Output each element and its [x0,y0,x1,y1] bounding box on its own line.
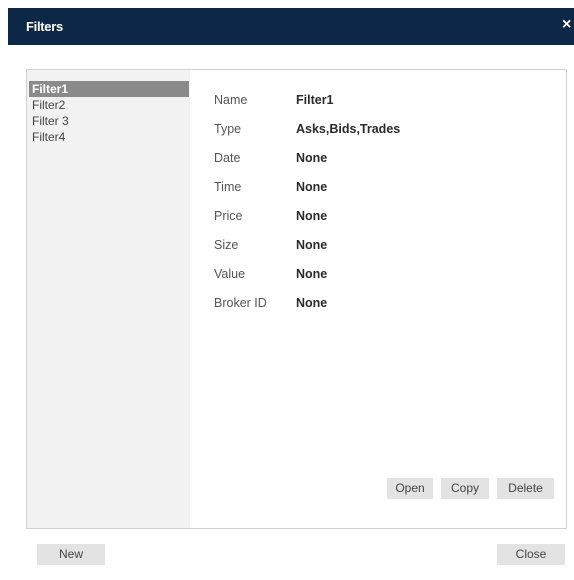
top-strip [0,0,574,8]
detail-label: Broker ID [214,296,267,310]
filter-details: Name Filter1 Type Asks,Bids,Trades Date … [190,70,566,528]
detail-label: Time [214,180,242,194]
close-button[interactable]: Close [497,544,565,565]
filter-list-item-filter2[interactable]: Filter2 [29,97,189,113]
detail-value: None [296,151,328,165]
detail-value: None [296,180,328,194]
detail-label: Size [214,238,239,252]
filters-dialog: Filters × Filter1 Filter2 Filter 3 Filte… [8,8,574,580]
filter-list-item-filter3[interactable]: Filter 3 [29,113,189,129]
new-button[interactable]: New [37,544,105,565]
detail-value: Asks,Bids,Trades [296,122,401,136]
detail-label: Price [214,209,243,223]
detail-label: Name [214,93,248,107]
detail-value: None [296,209,328,223]
dialog-title: Filters [26,19,63,34]
detail-value: None [296,296,328,310]
filter-list: Filter1 Filter2 Filter 3 Filter4 [27,70,190,528]
close-icon[interactable]: × [562,16,574,34]
detail-value: None [296,238,328,252]
detail-label: Type [214,122,242,136]
copy-button[interactable]: Copy [441,478,489,499]
detail-label: Value [214,267,246,281]
detail-label: Date [214,151,241,165]
detail-value: Filter1 [296,93,334,107]
title-bar: Filters × [8,8,574,45]
filter-list-item-filter4[interactable]: Filter4 [29,129,189,145]
filter-list-item-filter1[interactable]: Filter1 [29,81,189,97]
detail-value: None [296,267,328,281]
delete-button[interactable]: Delete [497,478,554,499]
open-button[interactable]: Open [387,478,433,499]
filters-panel: Filter1 Filter2 Filter 3 Filter4 Name Fi… [26,69,567,529]
